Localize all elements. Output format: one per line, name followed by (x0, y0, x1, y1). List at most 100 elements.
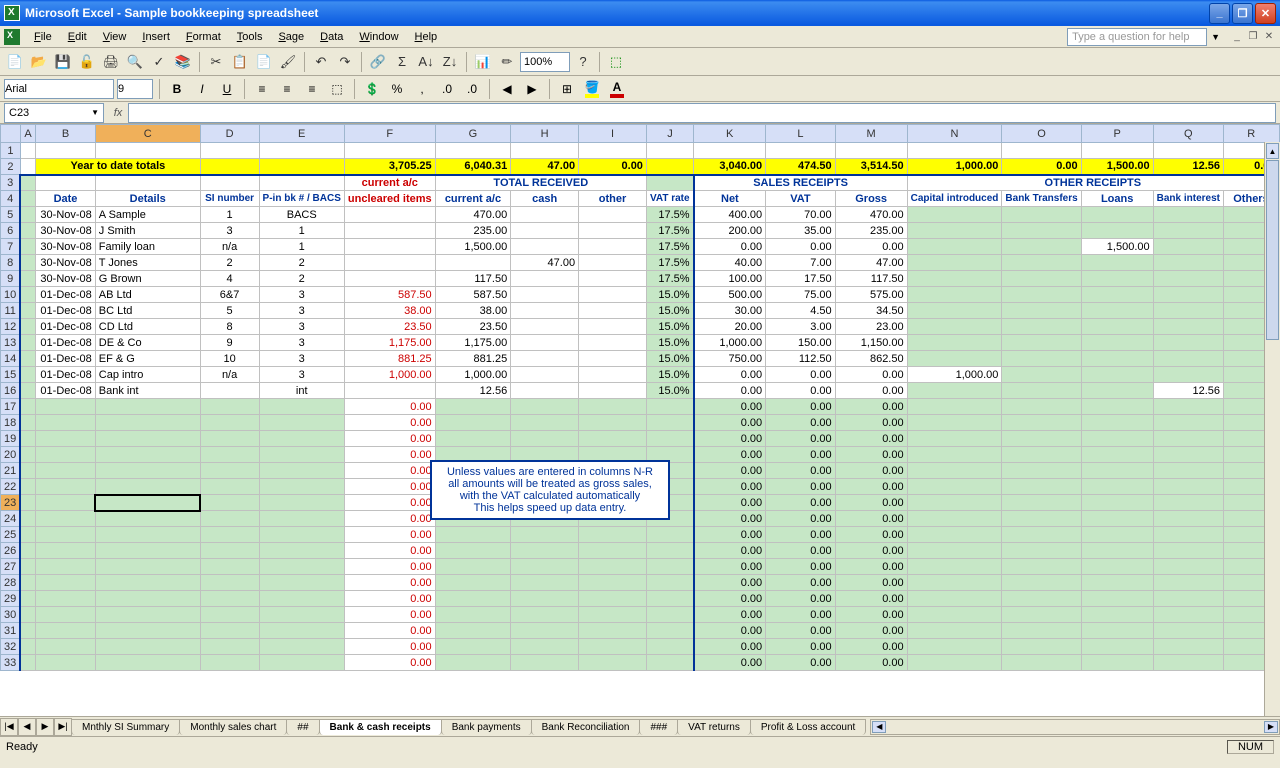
sheet-tab[interactable]: Monthly sales chart (179, 719, 287, 735)
cell-C24[interactable] (95, 511, 200, 527)
col-header-[interactable] (1, 125, 21, 143)
italic-button[interactable]: I (191, 78, 213, 100)
copy-button[interactable]: 📋 (229, 51, 251, 73)
row-header-26[interactable]: 26 (1, 543, 21, 559)
cell-C17[interactable] (95, 399, 200, 415)
menu-window[interactable]: Window (351, 29, 406, 45)
tab-nav-next[interactable]: ▶ (36, 718, 54, 736)
col-header-R[interactable]: R (1223, 125, 1279, 143)
col-header-F[interactable]: F (344, 125, 435, 143)
sheet-tab[interactable]: ## (286, 719, 319, 735)
row-header-24[interactable]: 24 (1, 511, 21, 527)
cell-C25[interactable] (95, 527, 200, 543)
maximize-button[interactable]: ❐ (1232, 3, 1253, 24)
cell-C26[interactable] (95, 543, 200, 559)
col-header-A[interactable]: A (20, 125, 35, 143)
fill-color-button[interactable]: 🪣 (581, 78, 603, 100)
row-header-10[interactable]: 10 (1, 287, 21, 303)
percent-button[interactable]: % (386, 78, 408, 100)
row-header-14[interactable]: 14 (1, 351, 21, 367)
col-header-Q[interactable]: Q (1153, 125, 1223, 143)
row-header-15[interactable]: 15 (1, 367, 21, 383)
cell-C18[interactable] (95, 415, 200, 431)
row-header-11[interactable]: 11 (1, 303, 21, 319)
tab-nav-first[interactable]: |◀ (0, 718, 18, 736)
row-header-3[interactable]: 3 (1, 175, 21, 191)
increase-indent-button[interactable]: ▶ (521, 78, 543, 100)
scrollbar-thumb[interactable] (1266, 160, 1279, 340)
menu-help[interactable]: Help (407, 29, 446, 45)
cell-C20[interactable] (95, 447, 200, 463)
align-center-button[interactable]: ≡ (276, 78, 298, 100)
doc-minimize-button[interactable]: _ (1230, 30, 1244, 44)
sheet-tab[interactable]: Mnthly SI Summary (71, 719, 180, 735)
hyperlink-button[interactable]: 🔗 (367, 51, 389, 73)
col-header-H[interactable]: H (511, 125, 579, 143)
drawing-button[interactable]: ✏ (496, 51, 518, 73)
sheet-tab[interactable]: Bank & cash receipts (319, 719, 442, 735)
row-header-33[interactable]: 33 (1, 655, 21, 671)
cell-C30[interactable] (95, 607, 200, 623)
row-header-32[interactable]: 32 (1, 639, 21, 655)
cell-C19[interactable] (95, 431, 200, 447)
font-select[interactable] (4, 79, 114, 99)
sheet-tab[interactable]: Bank payments (441, 719, 532, 735)
undo-button[interactable]: ↶ (310, 51, 332, 73)
menu-sage[interactable]: Sage (270, 29, 312, 45)
menu-format[interactable]: Format (178, 29, 229, 45)
increase-decimal-button[interactable]: .0 (436, 78, 458, 100)
vertical-scrollbar[interactable]: ▲ (1264, 142, 1280, 716)
col-header-P[interactable]: P (1081, 125, 1153, 143)
row-header-2[interactable]: 2 (1, 159, 21, 175)
paste-button[interactable]: 📄 (253, 51, 275, 73)
spreadsheet-grid[interactable]: ABCDEFGHIJKLMNOPQR12Year to date totals3… (0, 124, 1280, 716)
row-header-31[interactable]: 31 (1, 623, 21, 639)
cell-C27[interactable] (95, 559, 200, 575)
row-header-16[interactable]: 16 (1, 383, 21, 399)
menu-tools[interactable]: Tools (229, 29, 271, 45)
col-header-N[interactable]: N (907, 125, 1002, 143)
row-header-23[interactable]: 23 (1, 495, 21, 511)
cell-C21[interactable] (95, 463, 200, 479)
doc-restore-button[interactable]: ❐ (1246, 30, 1260, 44)
row-header-25[interactable]: 25 (1, 527, 21, 543)
save-button[interactable]: 💾 (52, 51, 74, 73)
row-header-30[interactable]: 30 (1, 607, 21, 623)
cell-C22[interactable] (95, 479, 200, 495)
col-header-O[interactable]: O (1002, 125, 1081, 143)
cell-C29[interactable] (95, 591, 200, 607)
print-button[interactable]: 🖨 (100, 51, 122, 73)
horizontal-scrollbar[interactable]: ◀ ▶ (870, 719, 1280, 735)
sheet-tab[interactable]: Bank Reconciliation (531, 719, 641, 735)
row-header-13[interactable]: 13 (1, 335, 21, 351)
redo-button[interactable]: ↷ (334, 51, 356, 73)
row-header-20[interactable]: 20 (1, 447, 21, 463)
tab-nav-last[interactable]: ▶| (54, 718, 72, 736)
underline-button[interactable]: U (216, 78, 238, 100)
sort-asc-button[interactable]: A↓ (415, 51, 437, 73)
cell-C28[interactable] (95, 575, 200, 591)
spelling-button[interactable]: ✓ (148, 51, 170, 73)
chart-button[interactable]: 📊 (472, 51, 494, 73)
row-header-8[interactable]: 8 (1, 255, 21, 271)
row-header-6[interactable]: 6 (1, 223, 21, 239)
cell-C33[interactable] (95, 655, 200, 671)
font-color-button[interactable]: A (606, 78, 628, 100)
sheet-tab[interactable]: VAT returns (677, 719, 751, 735)
menu-insert[interactable]: Insert (134, 29, 178, 45)
merge-button[interactable]: ⬚ (326, 78, 348, 100)
formula-input[interactable] (128, 103, 1276, 123)
help-search-input[interactable] (1067, 28, 1207, 46)
tab-nav-prev[interactable]: ◀ (18, 718, 36, 736)
row-header-22[interactable]: 22 (1, 479, 21, 495)
minimize-button[interactable]: _ (1209, 3, 1230, 24)
scroll-up-icon[interactable]: ▲ (1266, 143, 1279, 159)
align-right-button[interactable]: ≡ (301, 78, 323, 100)
row-header-17[interactable]: 17 (1, 399, 21, 415)
col-header-D[interactable]: D (200, 125, 259, 143)
sort-desc-button[interactable]: Z↓ (439, 51, 461, 73)
col-header-I[interactable]: I (579, 125, 647, 143)
zoom-select[interactable] (520, 52, 570, 72)
menu-view[interactable]: View (95, 29, 135, 45)
font-size-select[interactable] (117, 79, 153, 99)
